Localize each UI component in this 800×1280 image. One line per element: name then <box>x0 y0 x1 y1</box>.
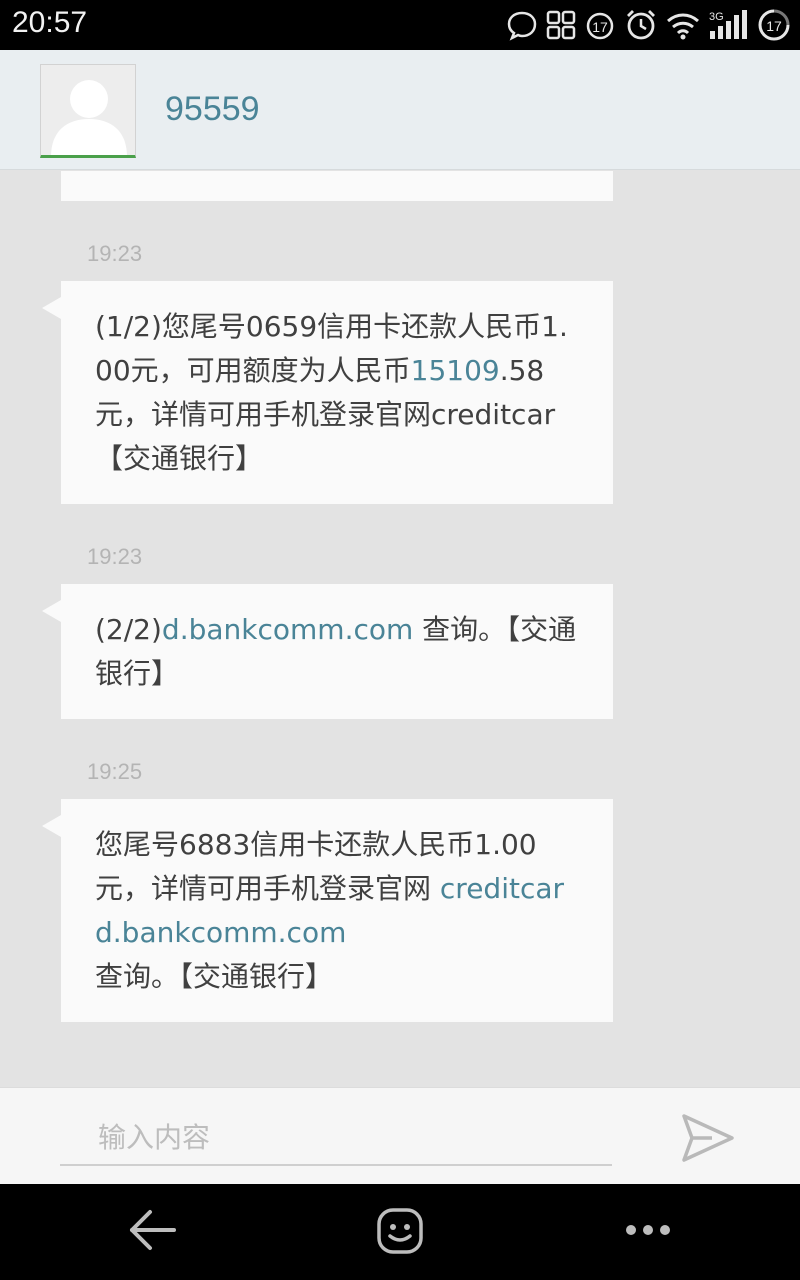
signal-3g-icon: 3G <box>709 10 747 39</box>
message-text: 查询。【交通银行】 <box>95 960 334 993</box>
svg-text:17: 17 <box>766 18 782 34</box>
more-icon <box>626 1225 670 1235</box>
status-bar: 20:57 17 3G 17 <box>0 0 800 50</box>
status-icons: 17 3G 17 <box>506 5 792 45</box>
chat-bubble-icon <box>507 11 537 41</box>
emoji-icon <box>377 1208 423 1254</box>
badge-17-icon: 17 <box>586 12 614 40</box>
svg-text:3G: 3G <box>709 11 724 23</box>
more-button[interactable] <box>624 1222 672 1242</box>
message-timestamp: 19:23 <box>87 241 143 266</box>
message-link[interactable]: d.bankcomm.com <box>162 613 413 646</box>
back-button[interactable] <box>128 1206 176 1258</box>
input-placeholder: 输入内容 <box>98 1121 211 1154</box>
message-bubble-partial <box>61 171 613 201</box>
message-timestamp: 19:25 <box>87 759 143 784</box>
battery-17-icon: 17 <box>758 9 790 41</box>
status-time: 20:57 <box>12 6 88 39</box>
conversation-header: 95559 <box>0 50 800 170</box>
message-input[interactable]: 输入内容 <box>60 1112 612 1166</box>
message-list[interactable]: 19:23 (1/2)您尾号0659信用卡还款人民币1.00元，可用额度为人民币… <box>0 171 800 1087</box>
wifi-icon <box>667 13 699 40</box>
message-timestamp: 19:23 <box>87 544 143 569</box>
message-bubble[interactable]: (1/2)您尾号0659信用卡还款人民币1.00元，可用额度为人民币15109.… <box>42 281 613 504</box>
message-bubble[interactable]: (2/2)d.bankcomm.com 查询。【交通银行】 <box>42 584 613 719</box>
send-icon <box>682 1114 734 1162</box>
contact-name[interactable]: 95559 <box>165 90 260 129</box>
message-bubble[interactable]: 您尾号6883信用卡还款人民币1.00元，详情可用手机登录官网 creditca… <box>42 799 613 1022</box>
back-arrow-icon <box>130 1210 176 1250</box>
message-link[interactable]: 15109 <box>411 354 500 387</box>
emoji-button[interactable] <box>376 1207 424 1259</box>
apps-grid-icon <box>546 10 576 40</box>
message-text: (2/2) <box>95 613 162 646</box>
svg-text:17: 17 <box>592 19 608 35</box>
navigation-bar <box>0 1184 800 1280</box>
default-avatar-icon <box>51 80 127 155</box>
send-button[interactable] <box>678 1112 736 1164</box>
compose-bar: 输入内容 <box>0 1087 800 1184</box>
alarm-icon <box>627 10 655 40</box>
avatar[interactable] <box>40 64 136 158</box>
